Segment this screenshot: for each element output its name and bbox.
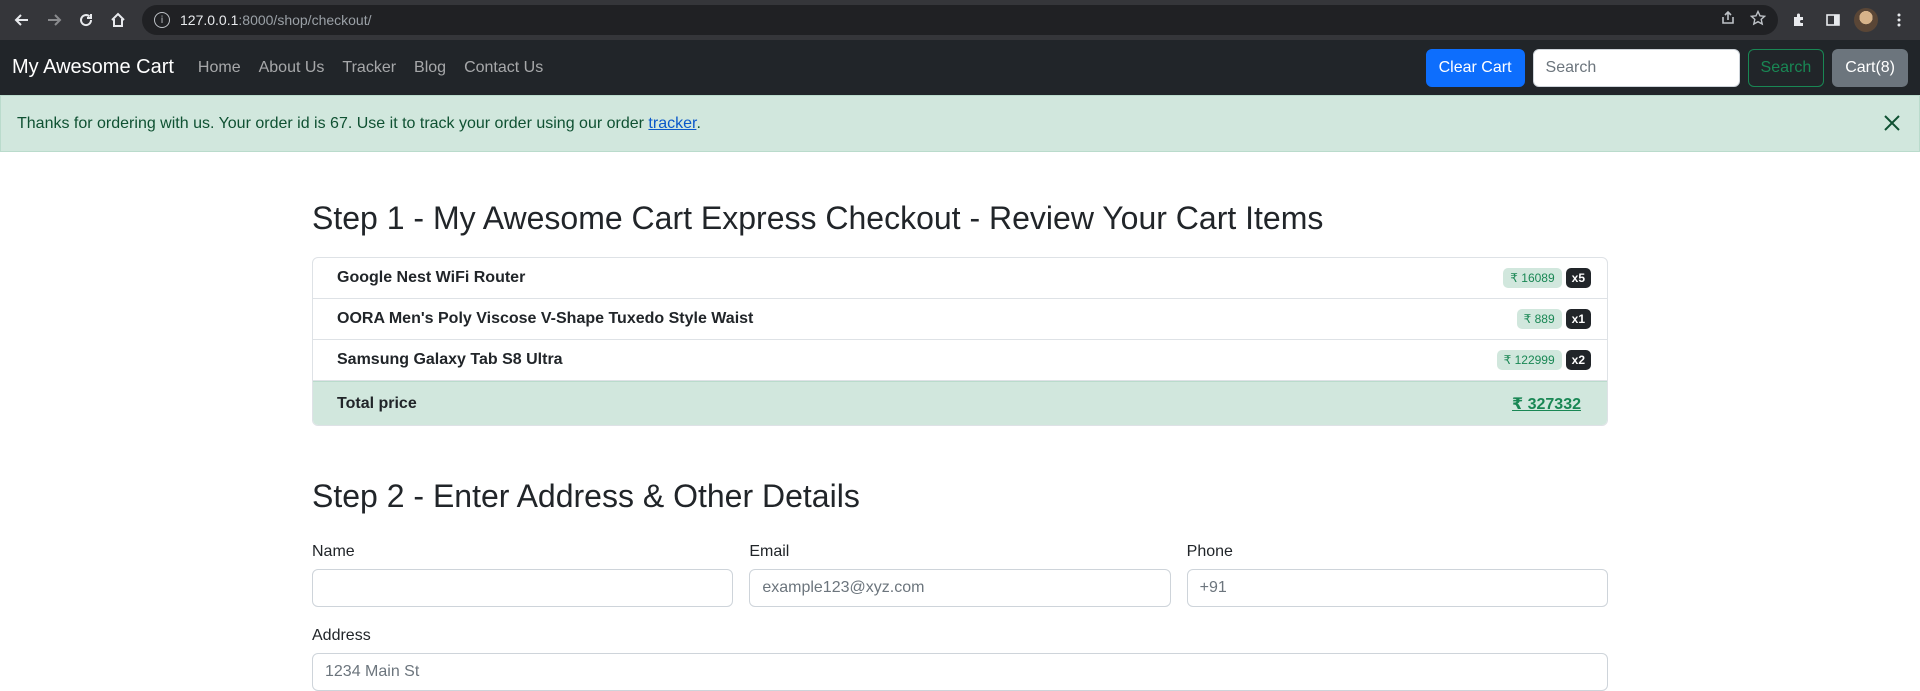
bookmark-star-icon[interactable] [1749, 9, 1767, 31]
brand-logo[interactable]: My Awesome Cart [12, 56, 174, 79]
home-icon[interactable] [104, 6, 132, 34]
contact-fields-row: Name Email Phone [312, 543, 1608, 607]
total-price-row: Total price ₹ 327332 [313, 381, 1607, 425]
name-field[interactable] [312, 569, 734, 607]
search-button[interactable]: Search [1747, 48, 1825, 87]
item-price-badge: ₹ 122999 [1496, 350, 1562, 370]
tracker-link[interactable]: tracker [648, 115, 696, 132]
item-qty-badge: x2 [1565, 350, 1591, 370]
nav-blog[interactable]: Blog [405, 59, 455, 77]
address-field[interactable] [312, 653, 1608, 691]
address-bar[interactable]: i 127.0.0.1:8000/shop/checkout/ [142, 5, 1778, 35]
close-icon[interactable] [1879, 110, 1905, 136]
browser-toolbar: i 127.0.0.1:8000/shop/checkout/ [0, 0, 1920, 40]
email-field[interactable] [749, 569, 1171, 607]
step2-title: Step 2 - Enter Address & Other Details [312, 478, 860, 514]
reload-icon[interactable] [72, 6, 100, 34]
share-icon[interactable] [1720, 10, 1736, 31]
email-label: Email [749, 543, 790, 560]
address-label: Address [312, 627, 371, 644]
menu-kebab-icon[interactable] [1886, 7, 1912, 33]
cart-items-list: Google Nest WiFi Router ₹ 16089 x5 OORA … [312, 257, 1608, 426]
item-name: OORA Men's Poly Viscose V-Shape Tuxedo S… [337, 310, 754, 327]
item-name: Google Nest WiFi Router [337, 269, 526, 286]
nav-links: Home About Us Tracker Blog Contact Us [198, 59, 552, 77]
profile-avatar[interactable] [1854, 8, 1878, 32]
address-details-section: Step 2 - Enter Address & Other Details N… [312, 478, 1608, 691]
alert-message: Thanks for ordering with us. Your order … [17, 114, 701, 132]
search-input[interactable] [1532, 48, 1740, 87]
step1-title: Step 1 - My Awesome Cart Express Checkou… [312, 200, 1324, 236]
item-qty-badge: x1 [1565, 309, 1591, 329]
forward-icon[interactable] [40, 6, 68, 34]
nav-about-us[interactable]: About Us [250, 59, 334, 77]
total-label: Total price [337, 394, 417, 412]
nav-tracker[interactable]: Tracker [333, 59, 405, 77]
nav-contact-us[interactable]: Contact Us [455, 59, 552, 77]
cart-item: Google Nest WiFi Router ₹ 16089 x5 [313, 258, 1607, 299]
url-path: :8000/shop/checkout/ [238, 12, 372, 28]
item-price-badge: ₹ 889 [1516, 309, 1562, 329]
item-qty-badge: x5 [1565, 268, 1591, 288]
total-value: ₹ 327332 [1512, 395, 1581, 413]
site-info-icon[interactable]: i [154, 12, 170, 28]
extensions-icon[interactable] [1786, 7, 1812, 33]
cart-item: OORA Men's Poly Viscose V-Shape Tuxedo S… [313, 299, 1607, 340]
nav-home[interactable]: Home [198, 59, 250, 77]
item-name: Samsung Galaxy Tab S8 Ultra [337, 351, 563, 368]
phone-label: Phone [1186, 543, 1233, 560]
clear-cart-button[interactable]: Clear Cart [1425, 48, 1525, 87]
order-success-alert: Thanks for ordering with us. Your order … [0, 95, 1920, 152]
url-host: 127.0.0.1 [180, 12, 239, 28]
side-panel-icon[interactable] [1820, 7, 1846, 33]
cart-button[interactable]: Cart(8) [1832, 48, 1908, 87]
item-price-badge: ₹ 16089 [1503, 268, 1562, 288]
cart-review-section: Step 1 - My Awesome Cart Express Checkou… [312, 200, 1608, 426]
cart-item: Samsung Galaxy Tab S8 Ultra ₹ 122999 x2 [313, 340, 1607, 381]
phone-field[interactable] [1186, 569, 1608, 607]
back-icon[interactable] [8, 6, 36, 34]
name-label: Name [312, 543, 355, 560]
site-navbar: My Awesome Cart Home About Us Tracker Bl… [0, 40, 1920, 95]
